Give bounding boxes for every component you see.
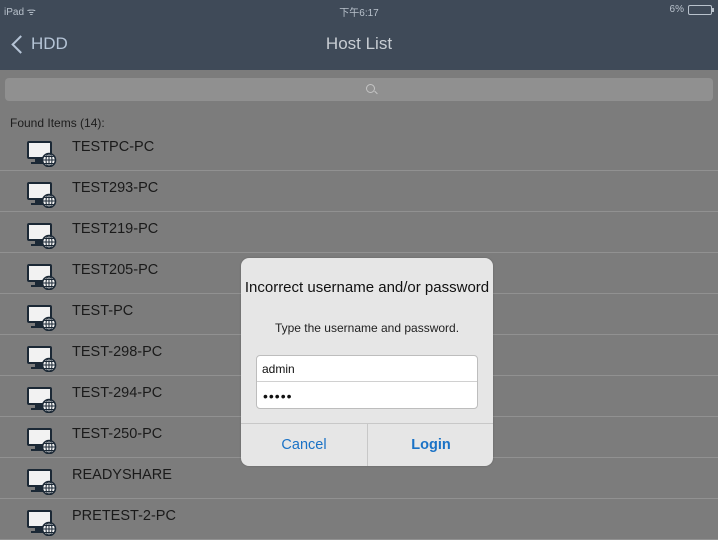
credentials-fields: ••••• xyxy=(256,355,478,409)
app-root: iPad ᯤ 下午6:17 6% HDD Host List Found Ite… xyxy=(0,0,718,540)
cancel-button[interactable]: Cancel xyxy=(241,424,367,466)
dialog-title: Incorrect username and/or password xyxy=(244,279,490,296)
login-alert-dialog: Incorrect username and/or password Type … xyxy=(241,258,493,466)
login-button[interactable]: Login xyxy=(368,424,493,466)
modal-overlay: Incorrect username and/or password Type … xyxy=(0,0,718,540)
username-field[interactable] xyxy=(257,356,477,382)
password-mask: ••••• xyxy=(263,388,293,404)
dialog-message: Type the username and password. xyxy=(274,321,460,335)
password-field[interactable]: ••••• xyxy=(257,382,477,408)
